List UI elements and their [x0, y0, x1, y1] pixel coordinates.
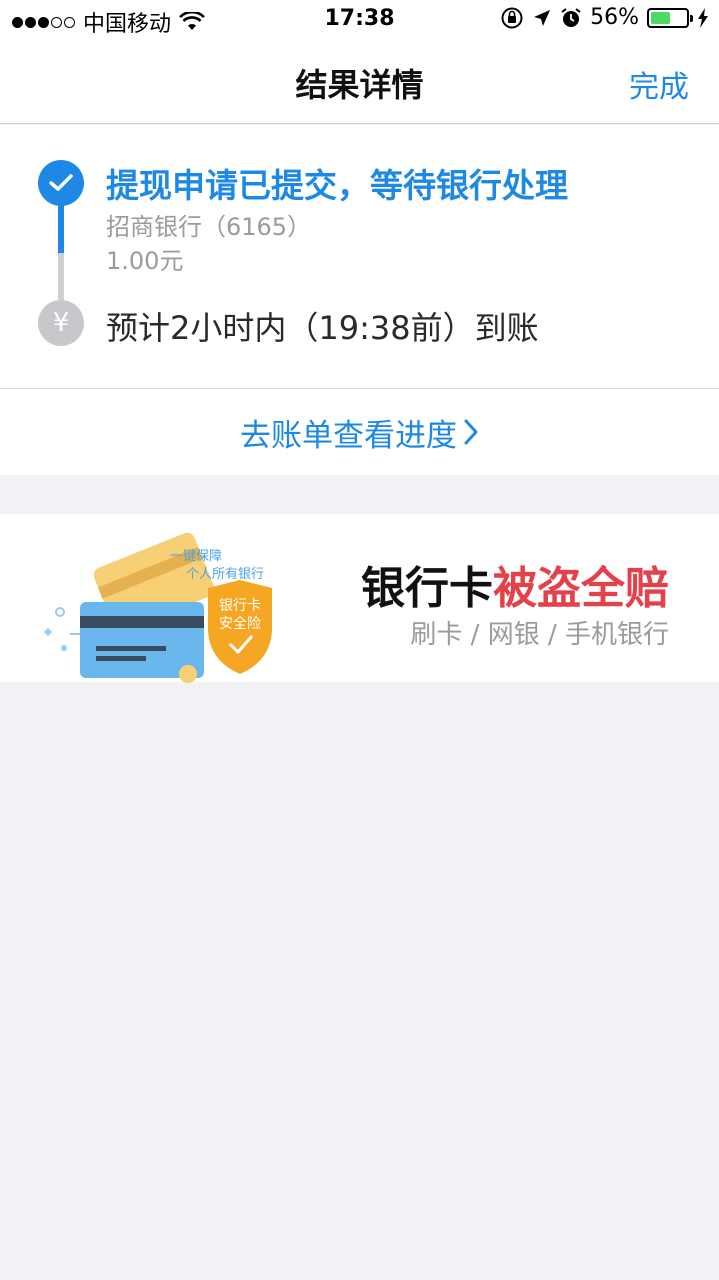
withdrawal-progress-card: ¥ 提现申请已提交，等待银行处理 招商银行（6165） 1.00元 预计2小时内… [0, 125, 719, 389]
navigation-bar: 结果详情 完成 [0, 40, 719, 124]
shield-badge-line2: 安全险 [219, 615, 261, 632]
art-caption-line1: 一键保障 [170, 549, 222, 564]
battery-percentage: 56% [590, 5, 639, 30]
location-arrow-icon [534, 9, 551, 26]
step1-amount: 1.00元 [106, 247, 184, 275]
art-caption-line2: 个人所有银行 [186, 567, 264, 582]
banner-headline-black: 银行卡 [361, 563, 493, 614]
step2-estimated-arrival: 预计2小时内（19:38前）到账 [106, 309, 539, 347]
progress-line-completed [58, 205, 64, 253]
view-bill-progress-link[interactable]: 去账单查看进度 [0, 389, 719, 475]
step1-bank-name: 招商银行（6165） [106, 213, 312, 241]
step-completed-check-icon [38, 160, 84, 206]
banner-headline: 银行卡被盗全赔 [361, 552, 669, 616]
chevron-right-icon [464, 419, 478, 445]
card-insurance-banner[interactable]: 银行卡 安全险 一键保障 个人所有银行 银行卡被盗全赔 刷卡 / 网银 / 手机… [0, 514, 719, 683]
banner-subtitle: 刷卡 / 网银 / 手机银行 [410, 620, 669, 650]
step1-title: 提现申请已提交，等待银行处理 [106, 166, 568, 205]
banner-headline-red: 被盗全赔 [493, 563, 669, 614]
status-right: 56% [500, 5, 709, 30]
battery-icon [647, 7, 693, 28]
done-button[interactable]: 完成 [629, 62, 689, 106]
shield-badge-line1: 银行卡 [219, 598, 261, 614]
charging-bolt-icon [698, 7, 708, 28]
yen-pending-icon: ¥ [38, 300, 84, 346]
page-title: 结果详情 [295, 66, 424, 104]
alarm-icon [561, 7, 581, 27]
status-bar: 中国移动 17:38 56% [0, 0, 719, 40]
bank-card-shield-illustration: 银行卡 安全险 一键保障 个人所有银行 [44, 532, 272, 683]
view-bill-progress-label: 去账单查看进度 [240, 417, 457, 454]
progress-line-pending [58, 253, 64, 305]
rotation-lock-icon [501, 7, 523, 28]
